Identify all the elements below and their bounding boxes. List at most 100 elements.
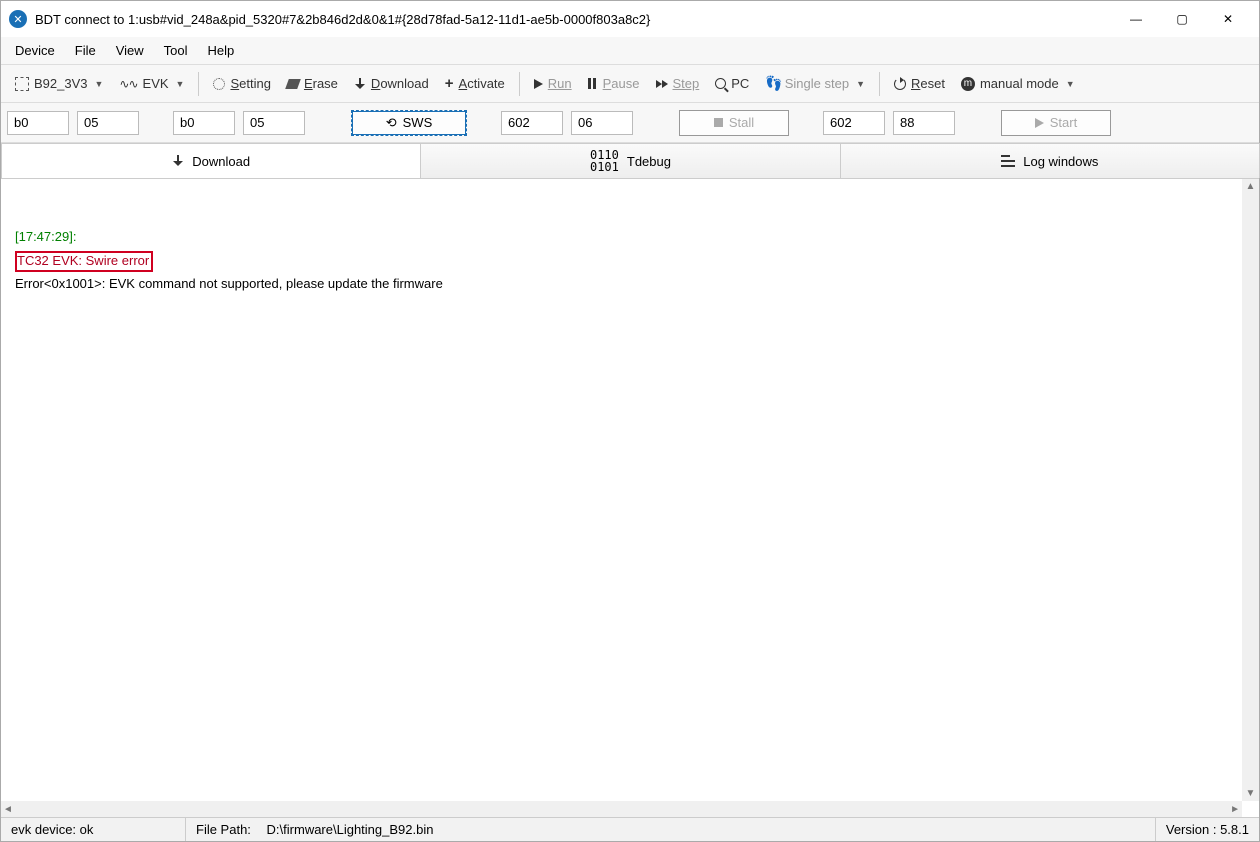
run-button[interactable]: Run: [526, 72, 580, 95]
download-icon: [354, 78, 366, 90]
evk-label: EVK: [143, 76, 169, 91]
tab-log[interactable]: Log windows: [840, 143, 1260, 178]
scroll-up-icon[interactable]: ▲: [1244, 179, 1258, 194]
status-device: evk device: ok: [1, 818, 186, 841]
evk-select[interactable]: ∿∿ EVK ▼: [111, 72, 192, 95]
start-label: Start: [1050, 115, 1077, 130]
pc-button[interactable]: PC: [707, 72, 757, 95]
menu-view[interactable]: View: [108, 40, 152, 61]
pause-icon: [588, 78, 598, 89]
activate-button[interactable]: + Activate: [437, 71, 513, 96]
pause-button[interactable]: Pause: [580, 72, 648, 95]
app-icon: ✕: [9, 10, 27, 28]
horizontal-scrollbar[interactable]: ◄►: [1, 801, 1242, 817]
manual-mode-button[interactable]: m manual mode ▼: [953, 72, 1083, 95]
scroll-right-icon[interactable]: ►: [1228, 804, 1242, 815]
refresh-icon: ⟲: [386, 115, 397, 131]
scroll-down-icon[interactable]: ▼: [1244, 786, 1258, 801]
singlestep-button[interactable]: 👣 Single step ▼: [757, 71, 873, 96]
run-label: Run: [548, 76, 572, 91]
log-line-timestamp: [17:47:29]:: [15, 229, 76, 244]
input-a3[interactable]: [173, 111, 235, 135]
download-label: Download: [371, 76, 429, 91]
download-button[interactable]: Download: [346, 72, 437, 95]
log-area: [17:47:29]: TC32 EVK: Swire error Error<…: [1, 179, 1259, 817]
start-button[interactable]: Start: [1001, 110, 1111, 136]
footsteps-icon: 👣: [765, 75, 779, 92]
input-a2[interactable]: [77, 111, 139, 135]
separator: [519, 72, 520, 96]
step-button[interactable]: Step: [648, 72, 708, 95]
download-icon: [172, 155, 184, 167]
pc-label: PC: [731, 76, 749, 91]
menu-file[interactable]: File: [67, 40, 104, 61]
plus-icon: +: [445, 75, 454, 92]
wave-icon: ∿∿: [119, 77, 137, 91]
status-path-value: D:\firmware\Lighting_B92.bin: [267, 822, 434, 837]
status-filepath: File Path: D:\firmware\Lighting_B92.bin: [186, 818, 1156, 841]
mode-icon: m: [961, 77, 975, 91]
window-title: BDT connect to 1:usb#vid_248a&pid_5320#7…: [35, 12, 1113, 27]
input-row: ⟲ SWS Stall Start: [1, 103, 1259, 143]
tab-download-label: Download: [192, 154, 250, 169]
sws-button[interactable]: ⟲ SWS: [351, 110, 467, 136]
play-icon: [1035, 118, 1044, 128]
menu-bar: Device File View Tool Help: [1, 37, 1259, 65]
tdebug-icon: 01100101: [590, 149, 619, 173]
scroll-left-icon[interactable]: ◄: [1, 804, 15, 815]
menu-help[interactable]: Help: [200, 40, 243, 61]
input-b2[interactable]: [571, 111, 633, 135]
separator: [198, 72, 199, 96]
chip-icon: [15, 77, 29, 91]
input-b1[interactable]: [501, 111, 563, 135]
input-c1[interactable]: [823, 111, 885, 135]
minimize-button[interactable]: —: [1113, 4, 1159, 34]
stall-label: Stall: [729, 115, 754, 130]
separator: [879, 72, 880, 96]
erase-button[interactable]: Erase: [279, 72, 346, 95]
tab-tdebug[interactable]: 01100101 Tdebug: [420, 143, 840, 178]
tab-download[interactable]: Download: [1, 143, 421, 178]
log-line-detail: Error<0x1001>: EVK command not supported…: [15, 276, 443, 291]
input-a4[interactable]: [243, 111, 305, 135]
reset-icon: [894, 78, 906, 90]
stall-button[interactable]: Stall: [679, 110, 789, 136]
input-c2[interactable]: [893, 111, 955, 135]
setting-label: Setting: [230, 76, 270, 91]
menu-device[interactable]: Device: [7, 40, 63, 61]
log-line-error-highlight: TC32 EVK: Swire error: [15, 251, 153, 272]
close-button[interactable]: ✕: [1205, 4, 1251, 34]
setting-button[interactable]: Setting: [205, 72, 278, 95]
vertical-scrollbar[interactable]: ▲▼: [1242, 179, 1259, 801]
reset-label: Reset: [911, 76, 945, 91]
reset-button[interactable]: Reset: [886, 72, 953, 95]
chevron-down-icon: ▼: [176, 79, 185, 89]
pause-label: Pause: [603, 76, 640, 91]
tab-log-label: Log windows: [1023, 154, 1098, 169]
status-bar: evk device: ok File Path: D:\firmware\Li…: [1, 817, 1259, 841]
step-label: Step: [673, 76, 700, 91]
tab-tdebug-label: Tdebug: [627, 154, 671, 169]
magnifier-icon: [715, 78, 726, 89]
chip-select[interactable]: B92_3V3 ▼: [7, 72, 111, 95]
singlestep-label: Single step: [785, 76, 849, 91]
chevron-down-icon: ▼: [856, 79, 865, 89]
list-icon: [1001, 155, 1015, 167]
erase-label: Erase: [304, 76, 338, 91]
chip-label: B92_3V3: [34, 76, 88, 91]
status-path-label: File Path:: [196, 822, 251, 837]
title-bar: ✕ BDT connect to 1:usb#vid_248a&pid_5320…: [1, 1, 1259, 37]
eraser-icon: [285, 79, 301, 89]
activate-label: Activate: [459, 76, 505, 91]
chevron-down-icon: ▼: [1066, 79, 1075, 89]
input-a1[interactable]: [7, 111, 69, 135]
step-icon: [656, 80, 668, 88]
tab-row: Download 01100101 Tdebug Log windows: [1, 143, 1259, 179]
sws-label: SWS: [403, 115, 433, 130]
maximize-button[interactable]: ▢: [1159, 4, 1205, 34]
menu-tool[interactable]: Tool: [156, 40, 196, 61]
chevron-down-icon: ▼: [95, 79, 104, 89]
play-icon: [534, 79, 543, 89]
gear-icon: [213, 78, 225, 90]
toolbar: B92_3V3 ▼ ∿∿ EVK ▼ Setting Erase Downloa…: [1, 65, 1259, 103]
